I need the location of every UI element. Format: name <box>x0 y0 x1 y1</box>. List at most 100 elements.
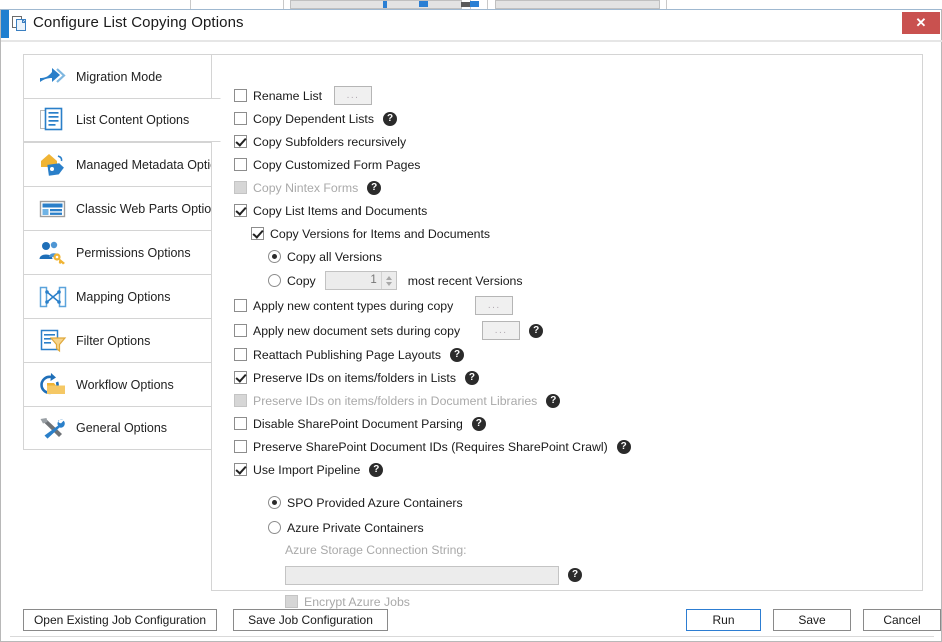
copy-list-items-checkbox[interactable] <box>234 204 247 217</box>
disable-parsing-checkbox[interactable] <box>234 417 247 430</box>
apply-content-types-label: Apply new content types during copy <box>253 299 453 313</box>
apply-content-types-browse-button[interactable]: ... <box>475 296 513 315</box>
versions-count-arrows[interactable] <box>381 272 396 289</box>
sidebar-item-managed-metadata-options[interactable]: Managed Metadata Options <box>23 142 213 186</box>
preserve-ids-libraries-label: Preserve IDs on items/folders in Documen… <box>253 394 537 408</box>
option-row-rename-list: Rename List ... <box>234 84 904 107</box>
option-row-copy-subfolders: Copy Subfolders recursively <box>234 130 904 153</box>
copy-pages-icon <box>12 16 27 32</box>
versions-count-stepper[interactable]: 1 <box>325 271 397 290</box>
copy-list-items-label: Copy List Items and Documents <box>253 204 427 218</box>
option-row-azure-private-containers: Azure Private Containers <box>234 515 904 540</box>
apply-document-sets-browse-button[interactable]: ... <box>482 321 520 340</box>
cancel-button[interactable]: Cancel <box>863 609 941 631</box>
sidebar-tabs: Migration Mode List Content Optio <box>23 54 213 450</box>
help-icon[interactable]: ? <box>568 568 582 582</box>
help-icon[interactable]: ? <box>369 463 383 477</box>
option-row-preserve-ids-libraries: Preserve IDs on items/folders in Documen… <box>234 389 904 412</box>
rename-list-browse-button[interactable]: ... <box>334 86 372 105</box>
run-button[interactable]: Run <box>686 609 761 631</box>
application-window: Configure List Copying Options ✕ Migrati… <box>0 0 942 642</box>
apply-document-sets-label: Apply new document sets during copy <box>253 324 460 338</box>
azure-connection-string-row: ? <box>234 561 904 589</box>
copy-subfolders-label: Copy Subfolders recursively <box>253 135 406 149</box>
help-icon[interactable]: ? <box>383 112 397 126</box>
filter-doc-icon <box>36 326 70 356</box>
option-row-use-import-pipeline: Use Import Pipeline ? <box>234 458 904 481</box>
copy-subfolders-checkbox[interactable] <box>234 135 247 148</box>
option-row-reattach-layouts: Reattach Publishing Page Layouts ? <box>234 343 904 366</box>
tag-home-icon <box>36 150 70 180</box>
sidebar-item-mapping-options[interactable]: Mapping Options <box>23 274 213 318</box>
option-row-preserve-ids-lists: Preserve IDs on items/folders in Lists ? <box>234 366 904 389</box>
azure-private-containers-radio[interactable] <box>268 521 281 534</box>
option-row-copy-dependent-lists: Copy Dependent Lists ? <box>234 107 904 130</box>
copy-dependent-lists-label: Copy Dependent Lists <box>253 112 374 126</box>
versions-count-value: 1 <box>326 272 381 289</box>
sidebar-item-label: Permissions Options <box>76 246 191 260</box>
users-key-icon <box>36 238 70 268</box>
copy-versions-label: Copy Versions for Items and Documents <box>270 227 490 241</box>
copy-customized-form-pages-checkbox[interactable] <box>234 158 247 171</box>
spo-containers-radio[interactable] <box>268 496 281 509</box>
azure-connection-string-input[interactable] <box>285 566 559 585</box>
option-row-copy-versions: Copy Versions for Items and Documents <box>234 222 904 245</box>
list-content-options-panel: Rename List ... Copy Dependent Lists ? C… <box>211 54 923 591</box>
sidebar-item-migration-mode[interactable]: Migration Mode <box>23 54 213 98</box>
help-icon[interactable]: ? <box>450 348 464 362</box>
option-row-apply-content-types: Apply new content types during copy ... <box>234 293 904 318</box>
option-row-disable-parsing: Disable SharePoint Document Parsing ? <box>234 412 904 435</box>
copy-n-versions-label: Copy <box>287 274 316 288</box>
option-row-copy-list-items: Copy List Items and Documents <box>234 199 904 222</box>
use-import-pipeline-checkbox[interactable] <box>234 463 247 476</box>
preserve-ids-lists-checkbox[interactable] <box>234 371 247 384</box>
mapping-icon <box>36 282 70 312</box>
spo-containers-label: SPO Provided Azure Containers <box>287 496 463 510</box>
copy-n-versions-radio[interactable] <box>268 274 281 287</box>
apply-document-sets-checkbox[interactable] <box>234 324 247 337</box>
sidebar-item-classic-web-parts-options[interactable]: Classic Web Parts Options <box>23 186 213 230</box>
copy-versions-checkbox[interactable] <box>251 227 264 240</box>
sidebar-item-label: List Content Options <box>76 113 189 127</box>
open-existing-job-configuration-button[interactable]: Open Existing Job Configuration <box>23 609 217 631</box>
page-title: Configure List Copying Options <box>33 14 244 31</box>
sidebar-item-workflow-options[interactable]: Workflow Options <box>23 362 213 406</box>
help-icon[interactable]: ? <box>367 181 381 195</box>
sidebar-item-list-content-options[interactable]: List Content Options <box>23 98 221 142</box>
option-row-copy-n-versions: Copy 1 most recent Versions <box>234 268 904 293</box>
save-job-configuration-button[interactable]: Save Job Configuration <box>233 609 388 631</box>
help-icon[interactable]: ? <box>617 440 631 454</box>
help-icon[interactable]: ? <box>546 394 560 408</box>
copy-all-versions-radio[interactable] <box>268 250 281 263</box>
reattach-layouts-checkbox[interactable] <box>234 348 247 361</box>
sidebar-item-general-options[interactable]: General Options <box>23 406 213 450</box>
help-icon[interactable]: ? <box>472 417 486 431</box>
documents-icon <box>36 105 70 135</box>
copy-dependent-lists-checkbox[interactable] <box>234 112 247 125</box>
close-button[interactable]: ✕ <box>902 12 940 34</box>
save-button[interactable]: Save <box>773 609 851 631</box>
preserve-document-ids-label: Preserve SharePoint Document IDs (Requir… <box>253 440 608 454</box>
sidebar-item-label: Filter Options <box>76 334 150 348</box>
copy-nintex-forms-label: Copy Nintex Forms <box>253 181 358 195</box>
workflow-folder-icon <box>36 370 70 400</box>
title-bar: Configure List Copying Options ✕ <box>1 10 941 40</box>
option-row-apply-document-sets: Apply new document sets during copy ... … <box>234 318 904 343</box>
rename-list-checkbox[interactable] <box>234 89 247 102</box>
copy-nintex-forms-checkbox <box>234 181 247 194</box>
sidebar-item-permissions-options[interactable]: Permissions Options <box>23 230 213 274</box>
sidebar-item-label: General Options <box>76 421 167 435</box>
azure-private-containers-label: Azure Private Containers <box>287 521 424 535</box>
reattach-layouts-label: Reattach Publishing Page Layouts <box>253 348 441 362</box>
help-icon[interactable]: ? <box>529 324 543 338</box>
sidebar-item-label: Classic Web Parts Options <box>76 202 224 216</box>
footer-bar: Open Existing Job Configuration Save Job… <box>1 603 941 641</box>
sidebar-item-filter-options[interactable]: Filter Options <box>23 318 213 362</box>
versions-count-suffix: most recent Versions <box>408 274 523 288</box>
apply-content-types-checkbox[interactable] <box>234 299 247 312</box>
preserve-document-ids-checkbox[interactable] <box>234 440 247 453</box>
help-icon[interactable]: ? <box>465 371 479 385</box>
option-row-copy-all-versions: Copy all Versions <box>234 245 904 268</box>
title-divider <box>1 40 942 42</box>
disable-parsing-label: Disable SharePoint Document Parsing <box>253 417 463 431</box>
